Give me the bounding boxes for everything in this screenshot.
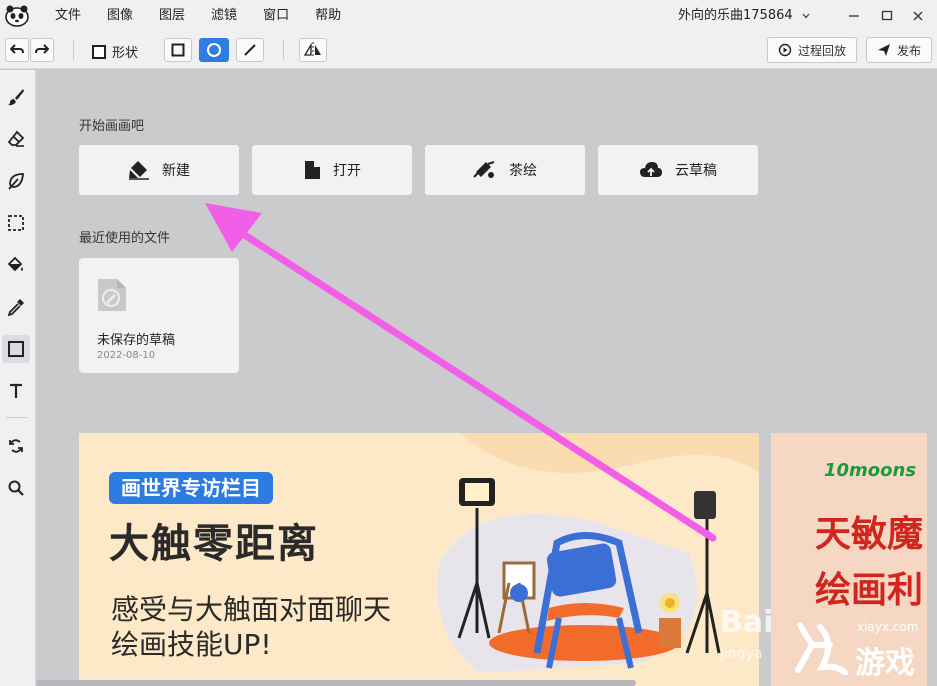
tool-panel [0,70,36,686]
banner-brand: 10moons [824,460,917,481]
checkbox-box [92,44,106,59]
shape-tool[interactable] [2,335,30,363]
recent-file-name: 未保存的草稿 [97,333,176,348]
baidu-watermark: Bai [720,605,774,640]
toolbar-divider [283,40,284,60]
rotate-icon [9,439,23,453]
banner-subtitle-2: 绘画技能UP! [111,628,272,661]
flip-horizontal-icon [304,42,321,58]
leaf-icon [8,173,24,190]
maximize-icon [881,10,893,21]
banner2-line-1: 天敏魔 [815,514,924,555]
brush-tool[interactable] [2,83,30,111]
app-logo-icon [5,5,29,27]
eraser-icon [7,130,25,147]
recent-file-card[interactable]: 未保存的草稿 2022-08-10 [79,258,239,373]
toolbar-divider [73,40,74,60]
ellipse-icon [207,43,221,57]
banner2-line-2: 绘画利 [815,570,924,611]
banner-title: 大触零距离 [109,521,319,567]
eyedropper-icon [7,299,24,316]
new-canvas-icon [129,161,149,180]
menu-image[interactable]: 图像 [94,0,146,32]
cloud-draft-label: 云草稿 [675,163,717,179]
undo-icon [10,44,24,54]
menu-bar: 文件 图像 图层 滤镜 窗口 帮助 [42,0,354,32]
start-section-title: 开始画画吧 [79,119,145,134]
fill-tool[interactable] [2,251,30,279]
zoom-tool[interactable] [2,474,30,502]
tea-art-label: 茶绘 [509,163,537,179]
title-bar: 文件 图像 图层 滤镜 窗口 帮助 外向的乐曲175864 [0,0,937,32]
eraser-tool[interactable] [2,125,30,153]
minimize-button[interactable] [836,0,872,32]
undo-button[interactable] [5,38,29,62]
menu-help[interactable]: 帮助 [302,0,354,32]
transform-tool[interactable] [2,432,30,460]
smudge-tool[interactable] [2,167,30,195]
close-icon [913,11,923,21]
new-label: 新建 [162,163,190,179]
redo-button[interactable] [30,38,54,62]
user-name: 外向的乐曲175864 [678,8,793,23]
rectangle-shape-icon [8,341,24,357]
text-icon [10,383,22,398]
user-account-menu[interactable]: 外向的乐曲175864 [678,0,811,32]
rectangle-mode-button[interactable] [164,38,192,62]
cloud-upload-icon [640,162,662,177]
send-icon [878,44,890,56]
ellipse-mode-button[interactable] [199,38,229,62]
baidu-watermark-sub: jingya [720,646,763,662]
menu-window[interactable]: 窗口 [250,0,302,32]
line-mode-button[interactable] [236,38,264,62]
minimize-icon [849,15,859,17]
promo-banner-interview[interactable]: 画世界专访栏目 大触零距离 感受与大触面对面聊天 绘画技能UP! [79,433,759,686]
replay-icon [778,43,792,57]
eyedropper-tool[interactable] [2,293,30,321]
recent-section-title: 最近使用的文件 [79,231,171,246]
cloud-draft-button[interactable]: 云草稿 [598,145,758,195]
marquee-select-icon [8,215,24,231]
selection-tool[interactable] [2,209,30,237]
rectangle-icon [171,43,185,57]
draft-file-icon [98,279,126,311]
tool-options-bar: 形状 过程回放 发布 [0,32,937,69]
paint-bucket-icon [7,256,23,272]
publish-label: 发布 [897,43,922,58]
flip-horizontal-button[interactable] [299,38,327,62]
shape-label: 形状 [112,46,139,61]
open-label: 打开 [333,163,361,179]
watermark-logo-icon [795,622,848,675]
text-tool[interactable] [2,377,30,405]
file-icon [305,161,320,179]
line-icon [244,44,256,56]
replay-label: 过程回放 [798,43,847,58]
tea-art-icon [473,161,495,178]
close-button[interactable] [900,0,936,32]
shape-checkbox[interactable]: 形状 [92,42,138,61]
banner-subtitle-1: 感受与大触面对面聊天 [111,593,392,626]
redo-icon [35,44,49,54]
magnifier-icon [8,480,24,496]
publish-button[interactable]: 发布 [866,37,933,63]
site-watermark: xiayx.com [857,620,919,634]
tea-art-button[interactable]: 茶绘 [425,145,585,195]
menu-layer[interactable]: 图层 [146,0,198,32]
chevron-down-icon [802,13,810,19]
menu-filter[interactable]: 滤镜 [198,0,250,32]
process-replay-button[interactable]: 过程回放 [767,37,858,63]
banner-tag: 画世界专访栏目 [109,472,273,504]
menu-file[interactable]: 文件 [42,0,94,32]
recent-file-date: 2022-08-10 [97,350,156,361]
tool-divider [6,417,28,418]
brush-icon [8,89,24,106]
open-file-button[interactable]: 打开 [252,145,412,195]
game-watermark: 游戏 [855,646,915,681]
horizontal-scrollbar[interactable] [36,680,636,686]
new-canvas-button[interactable]: 新建 [79,145,239,195]
